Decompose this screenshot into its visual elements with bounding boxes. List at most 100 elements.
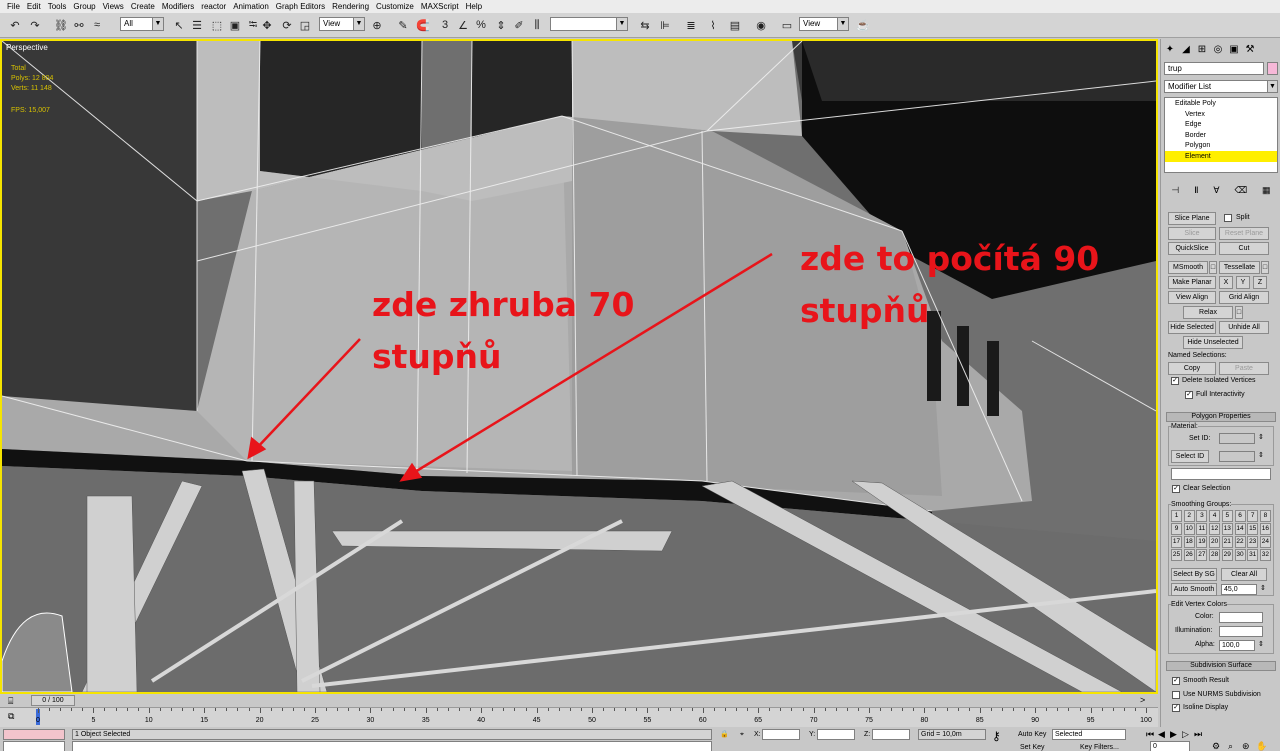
align-icon[interactable]: ⊫	[656, 16, 674, 34]
mirror-icon[interactable]: ⫼	[528, 16, 546, 34]
menu-item-file[interactable]: File	[4, 0, 24, 13]
menu-item-views[interactable]: Views	[100, 0, 128, 13]
smoothing-group-button[interactable]: 24	[1259, 536, 1271, 548]
snap-3d-icon[interactable]: 3	[436, 16, 454, 34]
scale-icon[interactable]: ◲	[296, 16, 314, 34]
motion-tab-icon[interactable]: ◎	[1211, 41, 1225, 57]
smoothing-group-button[interactable]: 21	[1221, 536, 1233, 548]
previous-frame-icon[interactable]: ◀	[1158, 729, 1165, 739]
clear-all-button[interactable]: Clear All	[1221, 568, 1267, 581]
smooth-result-checkbox[interactable]: ✓	[1172, 677, 1180, 685]
redo-icon[interactable]: ↷	[26, 16, 44, 34]
delete-isolated-checkbox[interactable]: ✓	[1171, 377, 1179, 385]
relax-settings-icon[interactable]: □	[1235, 306, 1243, 319]
z-coordinate-field[interactable]	[872, 729, 910, 740]
smoothing-group-button[interactable]: 10	[1183, 523, 1195, 535]
planar-x-button[interactable]: X	[1219, 276, 1233, 289]
x-coordinate-field[interactable]	[762, 729, 800, 740]
menu-item-maxscript[interactable]: MAXScript	[418, 0, 463, 13]
mirror-tool-icon[interactable]: ⇆	[636, 16, 654, 34]
move-icon[interactable]: ✥	[258, 16, 276, 34]
select-link-icon[interactable]: ⛓	[52, 16, 70, 34]
smoothing-group-button[interactable]: 30	[1234, 549, 1246, 561]
isoline-display-checkbox[interactable]: ✓	[1172, 704, 1180, 712]
smoothing-group-button[interactable]: 5	[1221, 510, 1233, 522]
modify-tab-icon[interactable]: ◢	[1179, 41, 1193, 57]
utilities-tab-icon[interactable]: ⚒	[1243, 41, 1257, 57]
menu-item-animation[interactable]: Animation	[230, 0, 273, 13]
smoothing-group-button[interactable]: 28	[1209, 549, 1221, 561]
auto-key-dropdown[interactable]: Selected	[1052, 729, 1126, 740]
smoothing-group-button[interactable]: 26	[1183, 549, 1195, 561]
layer-manager-icon[interactable]: ≣	[682, 16, 700, 34]
alpha-arrows[interactable]: ⇕	[1258, 640, 1264, 650]
selection-filter-dropdown[interactable]: All ▼	[120, 17, 164, 31]
viewport-label[interactable]: Perspective	[6, 43, 48, 52]
smoothing-group-button[interactable]: 20	[1209, 536, 1221, 548]
select-by-sg-button[interactable]: Select By SG	[1171, 568, 1217, 581]
quick-render-icon[interactable]: ☕	[854, 16, 872, 34]
render-scene-icon[interactable]: ▭	[778, 16, 796, 34]
configure-modifier-sets-icon[interactable]: ▦	[1262, 185, 1271, 199]
modifier-stack[interactable]: Editable Poly Vertex Edge Border Polygon Elem…	[1164, 97, 1278, 173]
auto-smooth-button[interactable]: Auto Smooth	[1171, 583, 1217, 596]
maxscript-listener-field[interactable]	[3, 729, 65, 740]
smoothing-group-button[interactable]: 18	[1183, 536, 1195, 548]
reset-plane-button[interactable]: Reset Plane	[1219, 227, 1269, 240]
smoothing-group-button[interactable]: 14	[1234, 523, 1246, 535]
planar-z-button[interactable]: Z	[1253, 276, 1267, 289]
material-editor-icon[interactable]: ◉	[752, 16, 770, 34]
copy-button[interactable]: Copy	[1168, 362, 1216, 375]
make-planar-button[interactable]: Make Planar	[1168, 276, 1216, 289]
hide-unselected-button[interactable]: Hide Unselected	[1183, 336, 1243, 349]
smoothing-group-button[interactable]: 13	[1221, 523, 1233, 535]
paste-button[interactable]: Paste	[1219, 362, 1269, 375]
y-coordinate-field[interactable]	[817, 729, 855, 740]
pivot-center-icon[interactable]: ⊕	[368, 16, 386, 34]
unhide-all-button[interactable]: Unhide All	[1219, 321, 1269, 334]
smoothing-group-button[interactable]: 12	[1209, 523, 1221, 535]
hierarchy-tab-icon[interactable]: ⊞	[1195, 41, 1209, 57]
smoothing-group-button[interactable]: 6	[1234, 510, 1246, 522]
smoothing-group-button[interactable]: 11	[1196, 523, 1208, 535]
grid-align-button[interactable]: Grid Align	[1219, 291, 1269, 304]
smoothing-group-button[interactable]: 15	[1247, 523, 1259, 535]
select-id-button[interactable]: Select ID	[1171, 450, 1209, 463]
clear-selection-checkbox[interactable]: ✓	[1172, 485, 1180, 493]
smoothing-group-button[interactable]: 25	[1171, 549, 1182, 561]
select-id-spinner[interactable]	[1219, 451, 1255, 462]
object-name-field[interactable]: trup	[1164, 62, 1264, 75]
stack-item-border[interactable]: Border	[1165, 130, 1277, 141]
select-manipulate-icon[interactable]: ✎	[394, 16, 412, 34]
slice-plane-button[interactable]: Slice Plane	[1168, 212, 1216, 225]
tessellate-button[interactable]: Tessellate	[1219, 261, 1260, 274]
cut-button[interactable]: Cut	[1219, 242, 1269, 255]
smoothing-group-button[interactable]: 31	[1247, 549, 1259, 561]
select-by-name-icon[interactable]: ☰	[188, 16, 206, 34]
smoothing-group-button[interactable]: 2	[1183, 510, 1195, 522]
menu-item-create[interactable]: Create	[128, 0, 159, 13]
alpha-spinner[interactable]: 100,0	[1219, 640, 1255, 651]
create-tab-icon[interactable]: ✦	[1163, 41, 1177, 57]
unlink-icon[interactable]: ⚯	[70, 16, 88, 34]
pin-stack-icon[interactable]: ⊣	[1171, 185, 1179, 199]
curve-editor-icon[interactable]: ⌇	[704, 16, 722, 34]
auto-key-button[interactable]: Auto Key	[1018, 730, 1046, 740]
window-crossing-icon[interactable]: ▣	[226, 16, 244, 34]
auto-smooth-arrows[interactable]: ⇕	[1260, 584, 1266, 594]
use-nurms-checkbox[interactable]	[1172, 691, 1180, 699]
smoothing-group-button[interactable]: 9	[1171, 523, 1182, 535]
pan-icon[interactable]: ✋	[1256, 741, 1267, 751]
time-config-icon[interactable]: ⚙	[1212, 741, 1220, 751]
track-bar-menu-icon[interactable]: ⧉	[8, 711, 14, 721]
relax-button[interactable]: Relax	[1183, 306, 1233, 319]
material-name-dropdown[interactable]	[1171, 468, 1271, 480]
current-frame-field[interactable]: 0	[1150, 741, 1190, 751]
bind-spacewarp-icon[interactable]: ≈	[88, 16, 106, 34]
go-to-end-icon[interactable]: ⏭	[1194, 729, 1202, 739]
perspective-viewport[interactable]: Perspective Total Polys: 12 804 Verts: 1…	[0, 39, 1158, 694]
view-align-button[interactable]: View Align	[1168, 291, 1216, 304]
named-selection-sets-dropdown[interactable]: ▼	[550, 17, 628, 31]
menu-item-reactor[interactable]: reactor	[198, 0, 230, 13]
go-to-start-icon[interactable]: ⏮	[1146, 729, 1154, 739]
